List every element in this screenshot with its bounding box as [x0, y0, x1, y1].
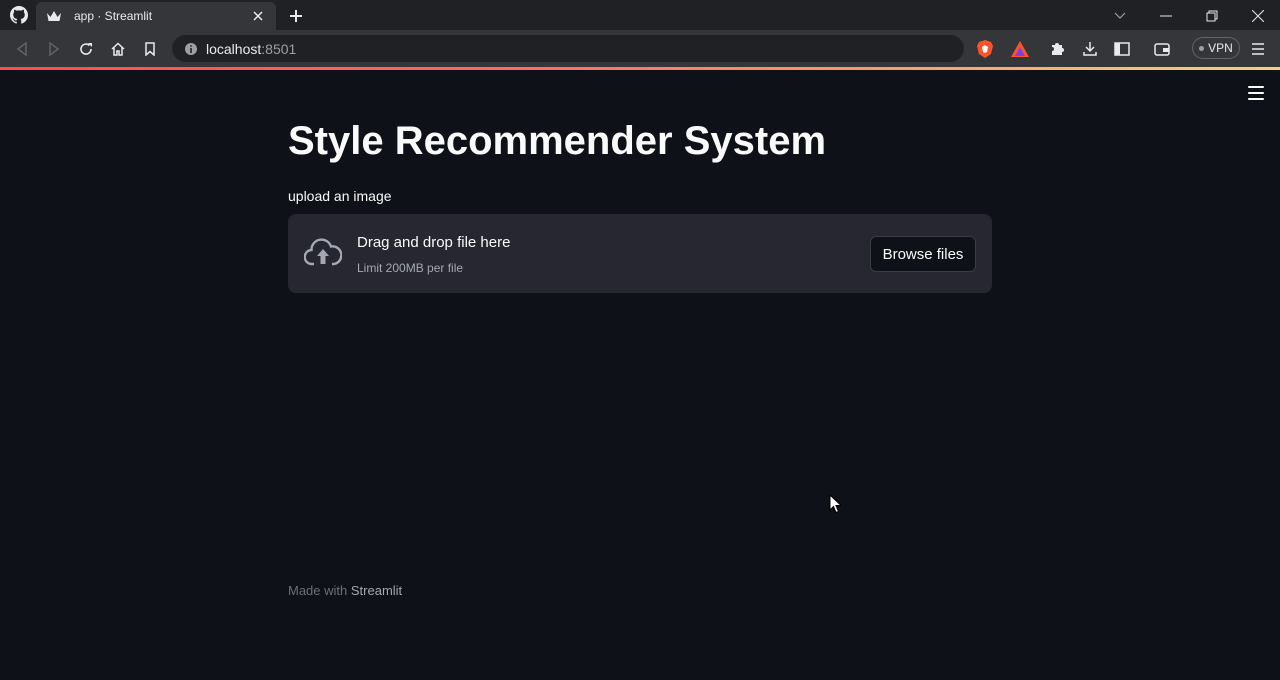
url-host: localhost	[206, 40, 262, 57]
footer-prefix: Made with	[288, 583, 351, 598]
streamlit-link[interactable]: Streamlit	[351, 583, 402, 598]
main-content: Style Recommender System upload an image…	[288, 116, 992, 293]
streamlit-crown-icon	[46, 8, 62, 24]
file-uploader-label: upload an image	[288, 188, 392, 204]
url-port: :8501	[261, 40, 297, 57]
bookmark-icon[interactable]	[140, 39, 160, 59]
dropzone-limit: Limit 200MB per file	[357, 261, 464, 275]
tab-title: app · Streamlit	[74, 9, 153, 23]
home-icon[interactable]	[108, 39, 128, 59]
active-tab[interactable]: app · Streamlit	[36, 2, 276, 30]
file-dropzone[interactable]: Drag and drop file here Limit 200MB per …	[288, 214, 992, 293]
download-icon[interactable]	[1080, 39, 1100, 59]
wallet-icon[interactable]	[1152, 39, 1172, 59]
vpn-status-dot-icon	[1199, 45, 1205, 51]
restore-icon[interactable]	[1202, 6, 1222, 26]
brave-shields-icon[interactable]	[975, 39, 995, 59]
brave-rewards-icon[interactable]	[1010, 39, 1030, 59]
extensions-puzzle-icon[interactable]	[1048, 39, 1068, 59]
close-icon[interactable]	[250, 8, 266, 24]
reload-icon[interactable]	[76, 39, 96, 59]
minimize-icon[interactable]	[1156, 6, 1176, 26]
window-close-icon[interactable]	[1248, 6, 1268, 26]
vpn-button[interactable]: VPN	[1192, 37, 1240, 59]
sidebar-icon[interactable]	[1112, 39, 1132, 59]
forward-icon[interactable]	[44, 39, 64, 59]
browse-files-button[interactable]: Browse files	[870, 236, 976, 272]
menu-icon[interactable]	[1248, 39, 1268, 59]
github-icon[interactable]	[8, 5, 30, 25]
browser-tab-bar: app · Streamlit	[0, 0, 1280, 30]
hamburger-menu-icon[interactable]	[1246, 84, 1266, 102]
cloud-upload-icon	[303, 238, 343, 268]
address-bar[interactable]: localhost :8501	[172, 35, 964, 62]
new-tab-plus-icon[interactable]	[286, 6, 306, 26]
mouse-cursor-icon	[829, 493, 843, 514]
vpn-label: VPN	[1208, 41, 1233, 55]
footer: Made with Streamlit	[288, 583, 402, 598]
dropzone-title: Drag and drop file here	[357, 234, 511, 251]
back-icon[interactable]	[12, 39, 32, 59]
chevron-down-icon[interactable]	[1110, 6, 1130, 26]
site-info-icon[interactable]	[184, 42, 198, 56]
page-title: Style Recommender System	[288, 119, 827, 163]
